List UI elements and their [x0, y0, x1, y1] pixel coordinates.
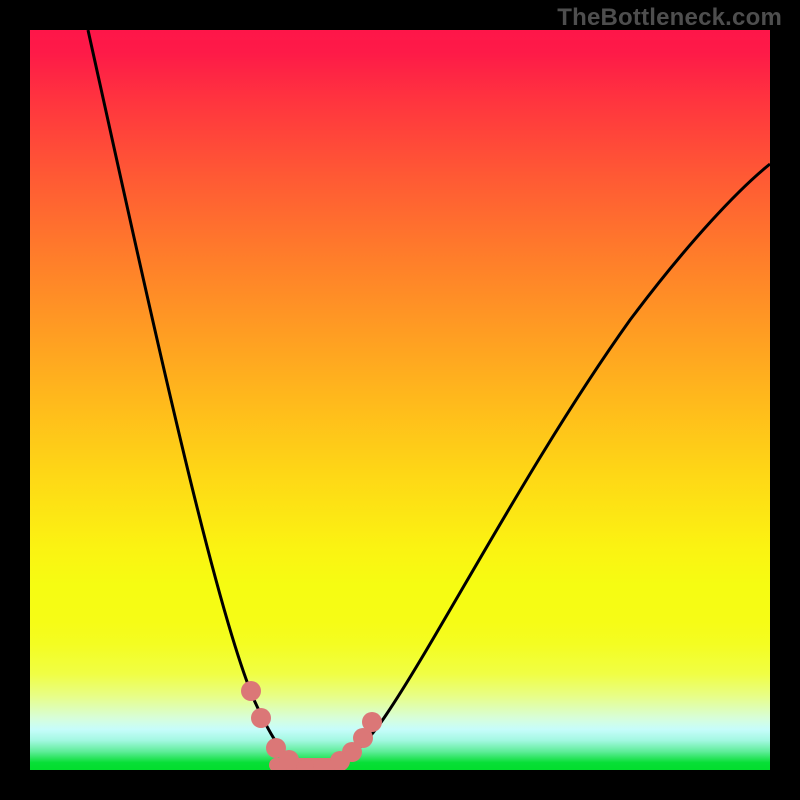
marker-dot: [241, 681, 261, 701]
marker-group: [241, 681, 382, 770]
marker-dot: [362, 712, 382, 732]
marker-dot: [251, 708, 271, 728]
chart-svg: [30, 30, 770, 770]
chart-frame: TheBottleneck.com: [0, 0, 800, 800]
plot-area: [30, 30, 770, 770]
marker-dot: [279, 750, 299, 770]
bottleneck-curve: [88, 30, 770, 768]
watermark-text: TheBottleneck.com: [557, 4, 782, 32]
